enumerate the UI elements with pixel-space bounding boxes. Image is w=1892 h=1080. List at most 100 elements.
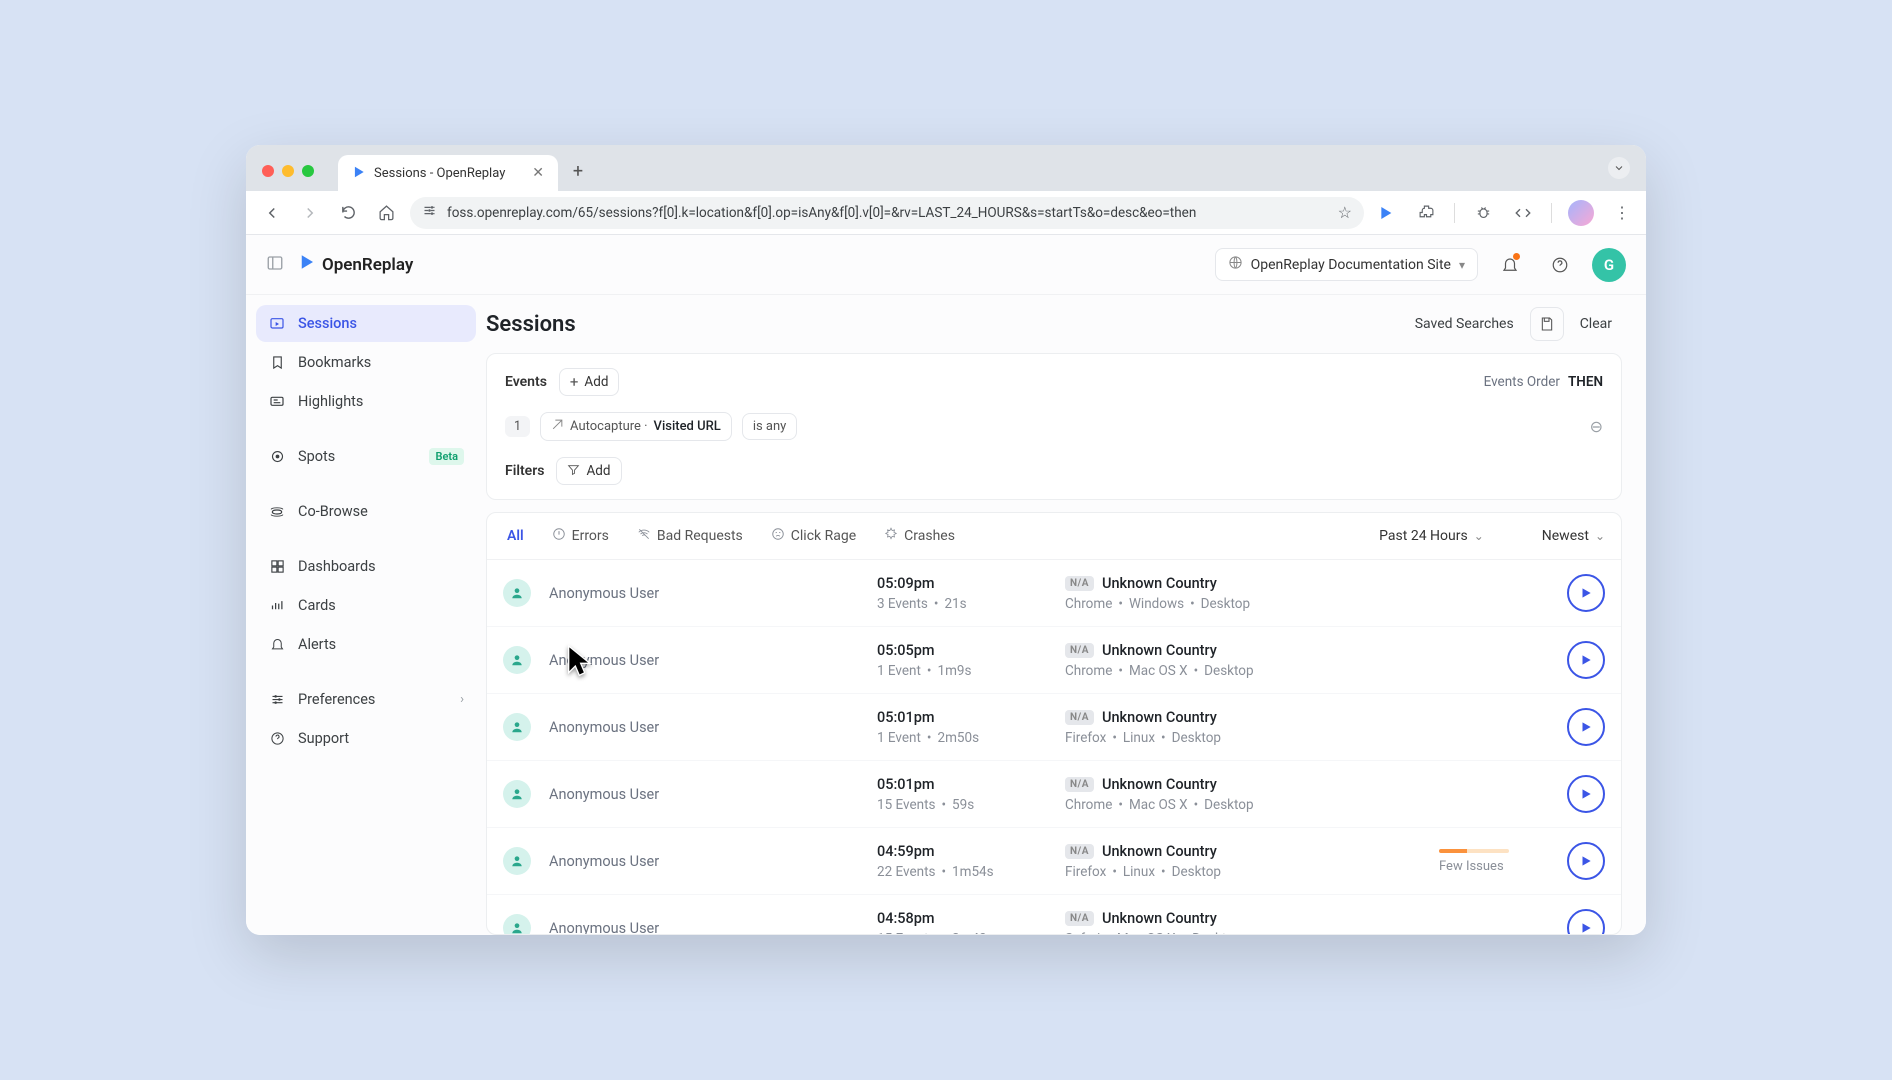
session-row[interactable]: Anonymous User 05:01pm 1 Event•2m50s N/A… xyxy=(487,694,1621,761)
session-row[interactable]: Anonymous User 04:59pm 22 Events•1m54s N… xyxy=(487,828,1621,895)
close-tab-icon[interactable]: ✕ xyxy=(532,165,544,181)
panel-toggle-icon[interactable] xyxy=(266,254,284,276)
new-tab-button[interactable]: + xyxy=(564,157,592,185)
sidebar-item-highlights[interactable]: Highlights xyxy=(256,383,476,420)
session-row[interactable]: Anonymous User 05:05pm 1 Event•1m9s N/AU… xyxy=(487,627,1621,694)
rage-icon xyxy=(771,527,785,545)
na-badge: N/A xyxy=(1065,576,1094,591)
cards-icon xyxy=(268,598,286,613)
reload-button[interactable] xyxy=(334,199,362,227)
browser-menu-icon[interactable]: ⋮ xyxy=(1610,201,1634,225)
extensions-icon[interactable] xyxy=(1414,201,1438,225)
sidebar-item-label: Spots xyxy=(298,448,335,465)
session-row[interactable]: Anonymous User 05:09pm 3 Events•21s N/AU… xyxy=(487,560,1621,627)
play-session-button[interactable] xyxy=(1567,574,1605,612)
session-env: Chrome•Mac OS X•Desktop xyxy=(1065,663,1421,679)
traffic-lights[interactable] xyxy=(262,165,314,177)
event-filter-chip[interactable]: Autocapture · Visited URL xyxy=(540,412,732,441)
project-selector[interactable]: OpenReplay Documentation Site ▾ xyxy=(1215,248,1478,281)
home-button[interactable] xyxy=(372,199,400,227)
play-session-button[interactable] xyxy=(1567,842,1605,880)
logo-text: OpenReplay xyxy=(322,255,413,275)
sidebar-item-label: Co-Browse xyxy=(298,503,368,520)
sidebar-item-sessions[interactable]: Sessions xyxy=(256,305,476,342)
session-list-tabs: All Errors Bad Requests Click Rage xyxy=(487,513,1621,560)
highlights-icon xyxy=(268,394,286,410)
event-operator-chip[interactable]: is any xyxy=(742,413,798,440)
sort-dropdown[interactable]: Newest ⌄ xyxy=(1542,528,1605,544)
globe-icon xyxy=(1228,255,1243,274)
close-window-button[interactable] xyxy=(262,165,274,177)
openreplay-ext-icon[interactable] xyxy=(1374,201,1398,225)
page-title: Sessions xyxy=(486,312,576,337)
chevron-down-icon: ⌄ xyxy=(1474,529,1484,543)
sessions-list: All Errors Bad Requests Click Rage xyxy=(486,512,1622,935)
plus-icon: + xyxy=(570,373,579,391)
user-avatar[interactable]: G xyxy=(1592,248,1626,282)
forward-button[interactable] xyxy=(296,199,324,227)
tab-crashes[interactable]: Crashes xyxy=(880,523,959,549)
tab-bad-requests[interactable]: Bad Requests xyxy=(633,523,747,549)
sidebar-item-cobrowse[interactable]: Co-Browse xyxy=(256,493,476,530)
sidebar-item-cards[interactable]: Cards xyxy=(256,587,476,624)
user-icon xyxy=(503,646,531,674)
session-time: 05:01pm xyxy=(877,776,1047,793)
notifications-button[interactable] xyxy=(1492,247,1528,283)
bookmark-icon xyxy=(268,355,286,370)
maximize-window-button[interactable] xyxy=(302,165,314,177)
session-user: Anonymous User xyxy=(549,786,859,803)
session-user: Anonymous User xyxy=(549,585,859,602)
sidebar-item-alerts[interactable]: Alerts xyxy=(256,626,476,663)
session-meta: 1 Event•2m50s xyxy=(877,730,1047,746)
sidebar-item-label: Sessions xyxy=(298,315,357,332)
tabs-overflow-button[interactable] xyxy=(1608,157,1630,179)
sidebar-item-label: Alerts xyxy=(298,636,336,653)
back-button[interactable] xyxy=(258,199,286,227)
sidebar-item-bookmarks[interactable]: Bookmarks xyxy=(256,344,476,381)
event-chip-prefix: Autocapture · xyxy=(570,419,648,434)
remove-event-button[interactable]: ⊖ xyxy=(1590,417,1603,436)
add-label: Add xyxy=(586,463,610,479)
url-text: foss.openreplay.com/65/sessions?f[0].k=l… xyxy=(447,205,1196,221)
devtools-icon[interactable] xyxy=(1511,201,1535,225)
time-range-dropdown[interactable]: Past 24 Hours ⌄ xyxy=(1379,528,1484,544)
sidebar-item-preferences[interactable]: Preferences › xyxy=(256,681,476,718)
bug-icon[interactable] xyxy=(1471,201,1495,225)
sidebar-item-label: Highlights xyxy=(298,393,363,410)
url-box[interactable]: foss.openreplay.com/65/sessions?f[0].k=l… xyxy=(410,197,1364,229)
saved-searches-button[interactable]: Saved Searches xyxy=(1405,310,1524,338)
openreplay-logo[interactable]: OpenReplay xyxy=(298,253,413,276)
bookmark-star-icon[interactable]: ☆ xyxy=(1338,203,1352,222)
spots-icon xyxy=(268,449,286,464)
session-country: Unknown Country xyxy=(1102,910,1217,927)
tab-all[interactable]: All xyxy=(503,524,528,548)
help-button[interactable] xyxy=(1542,247,1578,283)
session-row[interactable]: Anonymous User 05:01pm 15 Events•59s N/A… xyxy=(487,761,1621,828)
tab-title: Sessions - OpenReplay xyxy=(374,166,505,181)
sidebar-item-spots[interactable]: Spots Beta xyxy=(256,438,476,475)
play-session-button[interactable] xyxy=(1567,775,1605,813)
play-session-button[interactable] xyxy=(1567,641,1605,679)
save-search-button[interactable] xyxy=(1530,307,1564,341)
site-settings-icon[interactable] xyxy=(422,203,437,222)
play-session-button[interactable] xyxy=(1567,708,1605,746)
play-icon xyxy=(298,253,316,276)
tab-click-rage[interactable]: Click Rage xyxy=(767,523,860,549)
session-env: Safari•Mac OS X•Desktop xyxy=(1065,931,1421,935)
browser-tab[interactable]: Sessions - OpenReplay ✕ xyxy=(338,155,558,191)
session-time: 05:01pm xyxy=(877,709,1047,726)
minimize-window-button[interactable] xyxy=(282,165,294,177)
session-meta: 15 Events•59s xyxy=(877,797,1047,813)
app-header: OpenReplay OpenReplay Documentation Site… xyxy=(246,235,1646,295)
play-session-button[interactable] xyxy=(1567,909,1605,934)
session-user: Anonymous User xyxy=(549,853,859,870)
tab-errors[interactable]: Errors xyxy=(548,523,613,549)
session-row[interactable]: Anonymous User 04:58pm 15 Events•3m40s N… xyxy=(487,895,1621,934)
profile-avatar[interactable] xyxy=(1568,200,1594,226)
sidebar-item-dashboards[interactable]: Dashboards xyxy=(256,548,476,585)
add-filter-button[interactable]: Add xyxy=(556,457,621,485)
clear-button[interactable]: Clear xyxy=(1570,310,1622,338)
add-event-button[interactable]: + Add xyxy=(559,368,620,396)
sidebar-item-support[interactable]: Support xyxy=(256,720,476,757)
events-order-value[interactable]: THEN xyxy=(1568,374,1603,390)
